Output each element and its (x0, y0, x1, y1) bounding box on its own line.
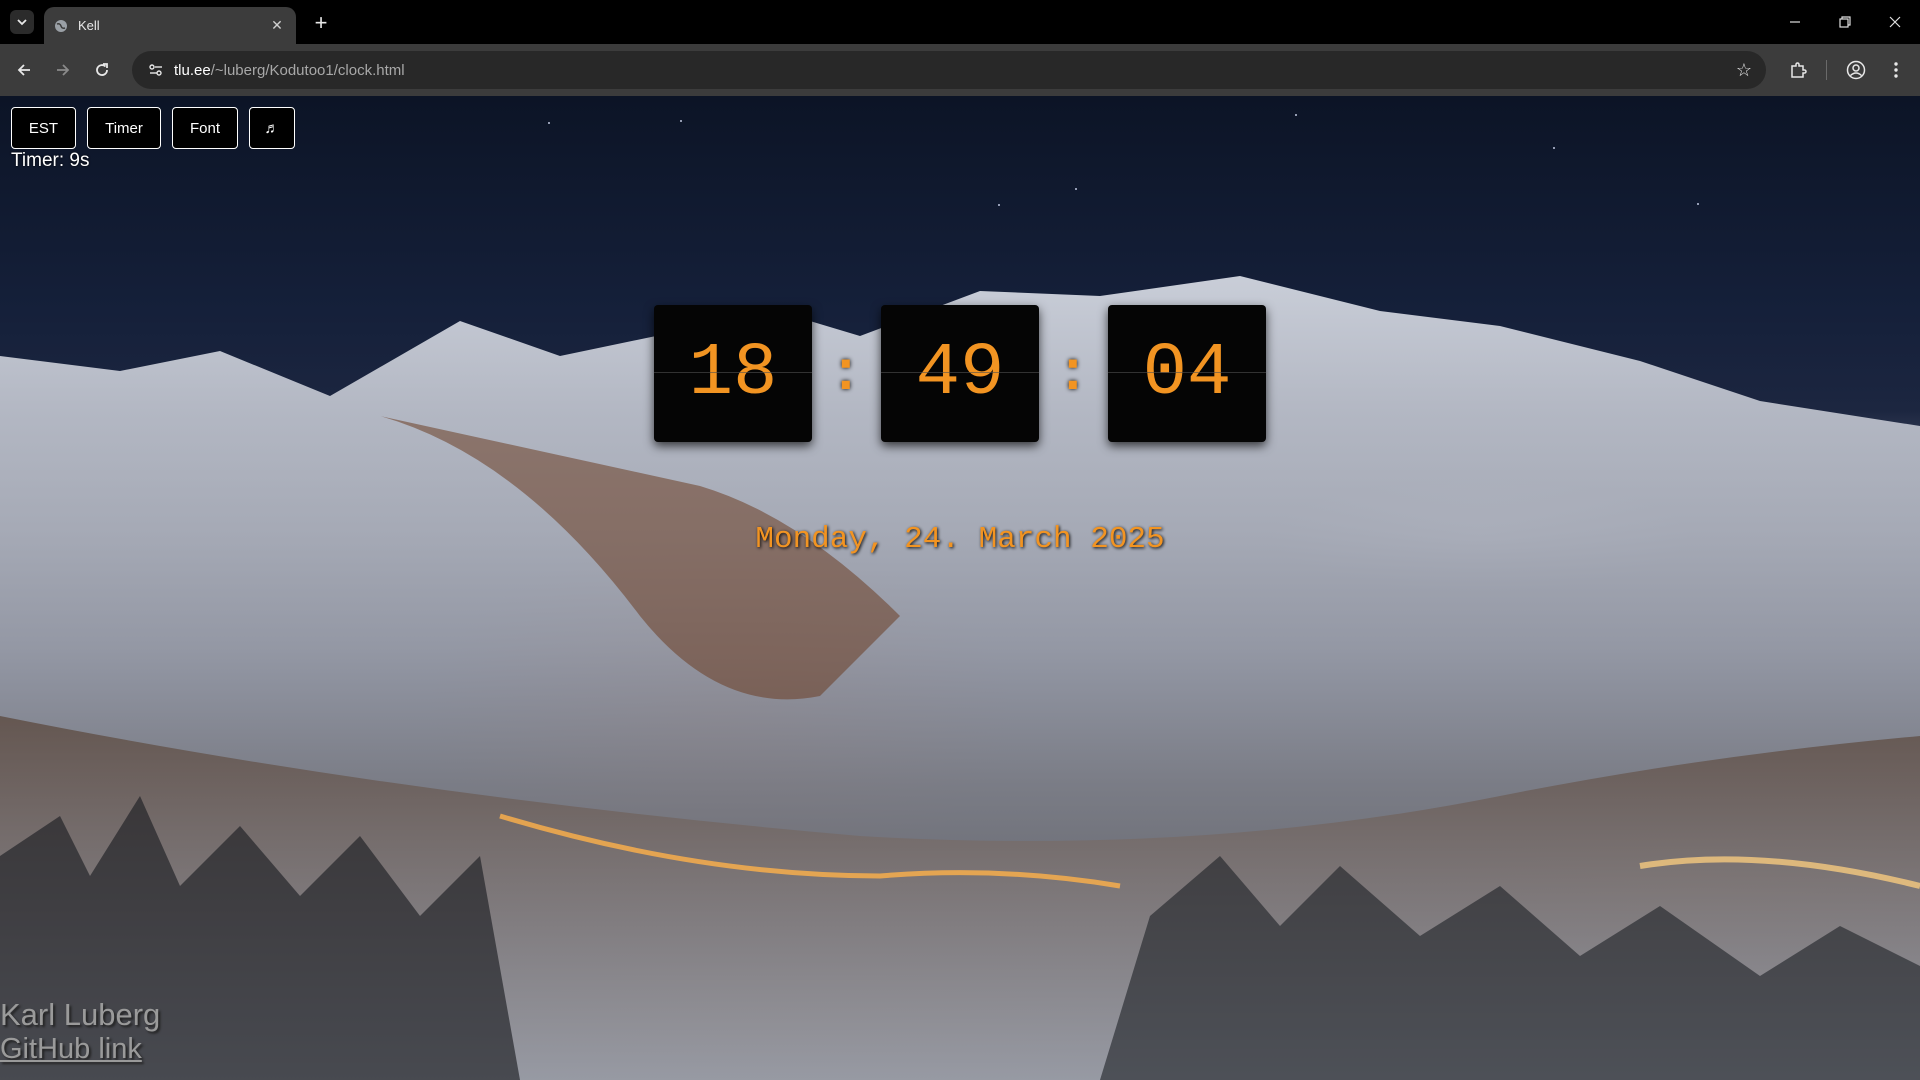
star-dot (1295, 114, 1297, 116)
star-dot (998, 204, 1000, 206)
globe-icon (54, 19, 68, 33)
clock-hours: 18 (654, 305, 812, 442)
puzzle-icon[interactable] (1784, 56, 1812, 84)
star-dot (680, 120, 682, 122)
back-arrow-icon[interactable] (10, 56, 38, 84)
star-icon[interactable]: ☆ (1734, 60, 1754, 80)
url-host: tlu.ee (174, 61, 211, 79)
clock-separator: : (829, 342, 863, 406)
close-icon[interactable] (1880, 8, 1910, 36)
close-icon[interactable]: ✕ (268, 17, 286, 35)
profile-icon[interactable] (1842, 56, 1870, 84)
author-name: Karl Luberg (0, 997, 161, 1032)
reload-icon[interactable] (88, 56, 116, 84)
browser-tab-bar: Kell ✕ + (0, 0, 1920, 44)
star-dot (1697, 203, 1699, 205)
clock-minutes: 49 (881, 305, 1039, 442)
restore-icon[interactable] (1830, 8, 1860, 36)
github-link[interactable]: GitHub link (0, 1033, 142, 1066)
star-dot (1553, 147, 1555, 149)
browser-tab[interactable]: Kell ✕ (44, 7, 296, 44)
browser-toolbar: tlu.ee/~luberg/Kodutoo1/clock.html ☆ (0, 44, 1920, 96)
minimize-icon[interactable] (1780, 8, 1810, 36)
timer-button[interactable]: Timer (87, 107, 161, 149)
date-display: Monday, 24. March 2025 (755, 522, 1165, 557)
star-dot (548, 122, 550, 124)
timer-status: Timer: 9s (11, 150, 90, 171)
site-info-icon[interactable] (146, 60, 166, 80)
toolbar-divider (1826, 60, 1827, 80)
clock-page: EST Timer Font ♬ Timer: 9s 18 : 49 : 04 … (0, 96, 1920, 1080)
font-button[interactable]: Font (172, 107, 238, 149)
kebab-menu-icon[interactable] (1882, 56, 1910, 84)
mountain-background-image (0, 276, 1920, 1080)
plus-icon[interactable]: + (308, 10, 334, 36)
chevron-down-icon[interactable] (10, 10, 34, 34)
timezone-button[interactable]: EST (11, 107, 76, 149)
forward-arrow-icon[interactable] (49, 56, 77, 84)
star-dot (1075, 188, 1077, 190)
music-button[interactable]: ♬ (249, 107, 295, 149)
clock-separator: : (1056, 342, 1090, 406)
tab-title: Kell (78, 18, 100, 33)
address-bar[interactable]: tlu.ee/~luberg/Kodutoo1/clock.html ☆ (132, 51, 1766, 89)
url-path: /~luberg/Kodutoo1/clock.html (210, 61, 405, 79)
clock-seconds: 04 (1108, 305, 1266, 442)
